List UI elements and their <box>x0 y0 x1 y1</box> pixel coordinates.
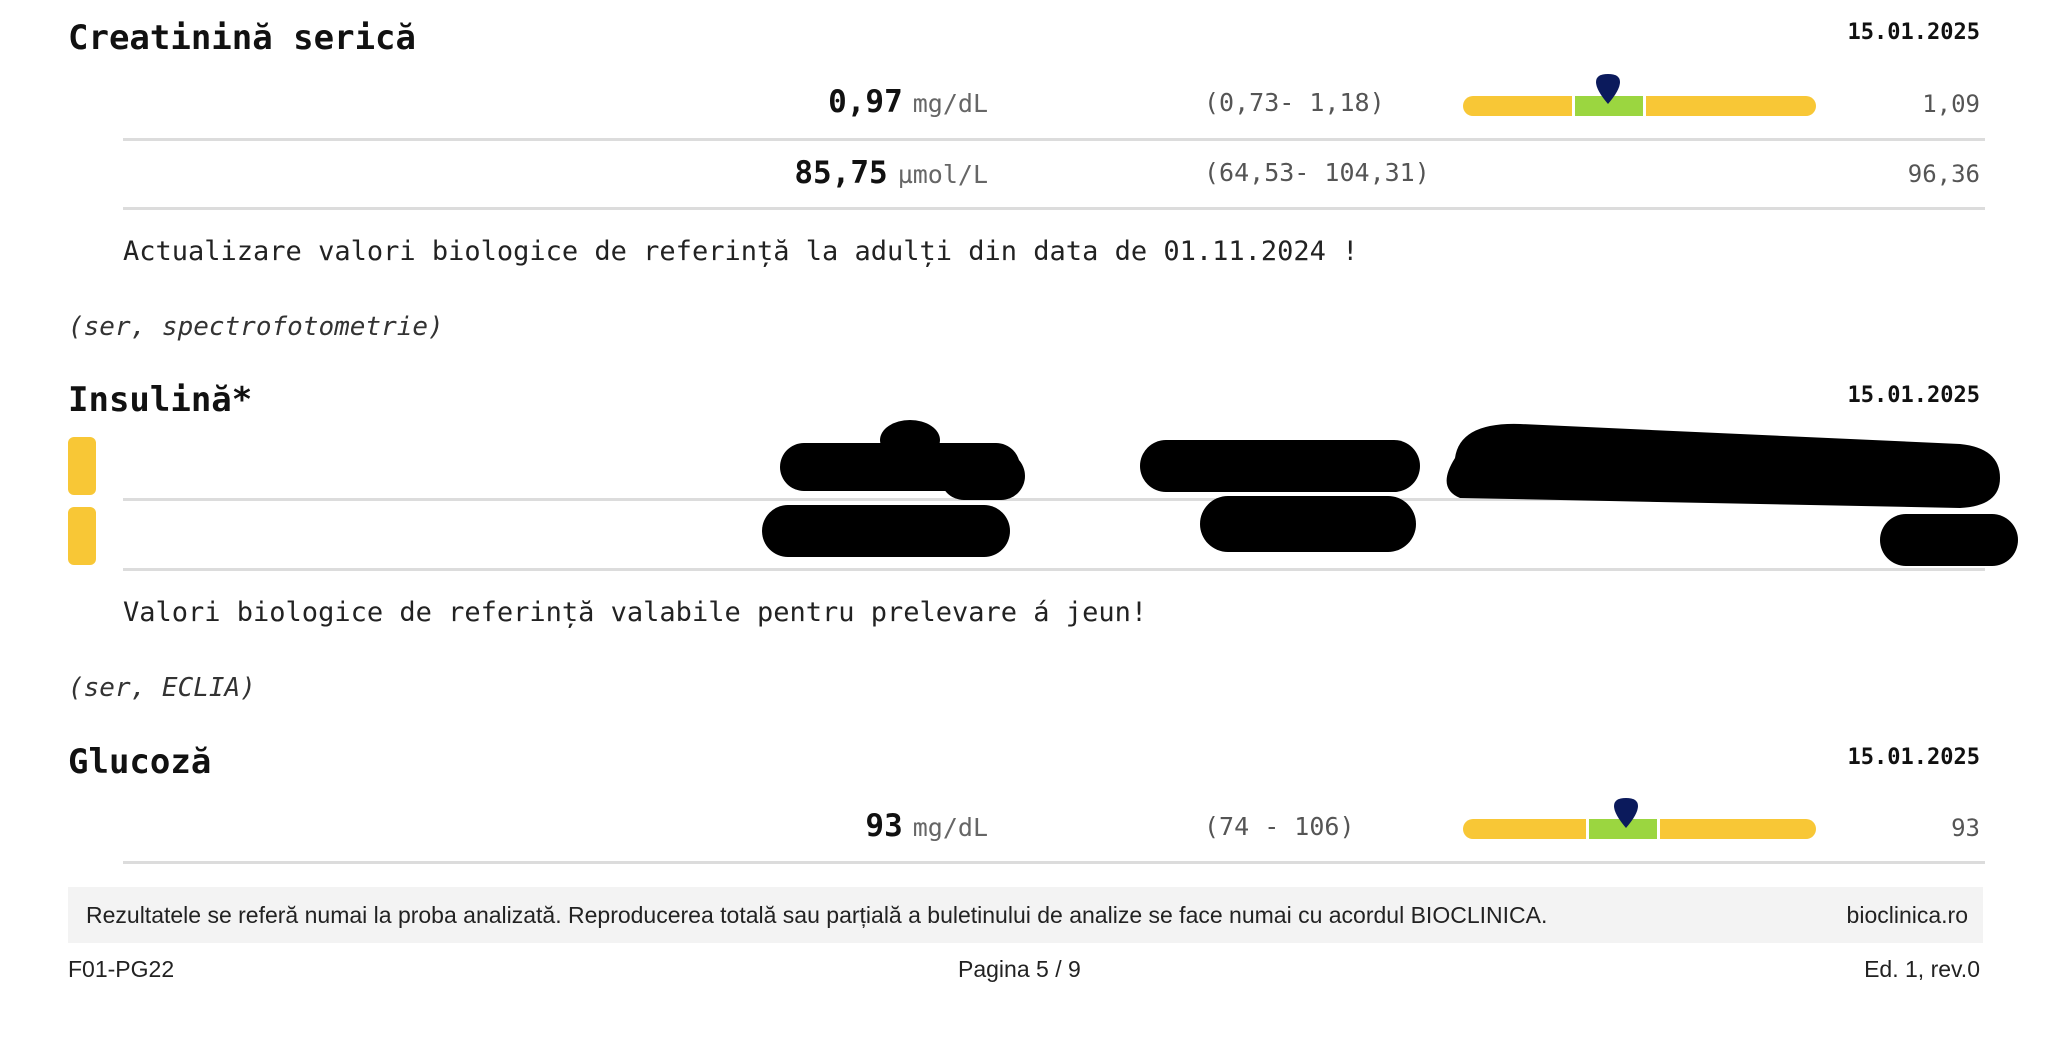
row-divider <box>123 861 1985 864</box>
test-title-glucose: Glucoză <box>68 742 212 782</box>
out-of-range-flag <box>68 437 96 495</box>
redaction-stroke <box>1446 423 2000 508</box>
redaction-stroke <box>1880 514 2018 566</box>
footer-edition: Ed. 1, rev.0 <box>1864 956 1980 982</box>
redaction-marks <box>760 418 2020 570</box>
redaction-stroke <box>762 505 1010 557</box>
test-date-insulin: 15.01.2025 <box>1847 383 1980 408</box>
range-gauge-creatinine <box>1463 96 1816 116</box>
result-value-creatinine-mg: 0,97 mg/dL <box>828 84 988 120</box>
test-title-insulin: Insulină* <box>68 380 253 420</box>
result-value-glucose: 93 mg/dL <box>865 808 988 844</box>
reference-note: Valori biologice de referință valabile p… <box>123 597 1148 628</box>
result-number: 93 <box>865 808 903 844</box>
footer-website: bioclinica.ro <box>1846 902 1968 928</box>
redaction-stroke <box>880 420 940 460</box>
result-value-creatinine-umol: 85,75 µmol/L <box>794 155 988 191</box>
reference-range: (64,53- 104,31) <box>1204 158 1430 187</box>
method-label: (ser, ECLIA) <box>68 673 256 703</box>
footer-page-number: Pagina 5 / 9 <box>958 956 1081 982</box>
method-label: (ser, spectrofotometrie) <box>68 312 444 342</box>
result-number: 0,97 <box>828 84 903 120</box>
previous-value: 96,36 <box>1907 160 1980 188</box>
gauge-marker-icon <box>1611 796 1641 830</box>
out-of-range-flag <box>68 507 96 565</box>
row-divider <box>123 207 1985 210</box>
previous-value: 1,09 <box>1922 90 1980 118</box>
result-unit: µmol/L <box>897 160 988 189</box>
test-date-creatinine: 15.01.2025 <box>1847 20 1980 45</box>
result-number: 85,75 <box>794 155 888 191</box>
redaction-stroke <box>1140 440 1420 492</box>
result-unit: mg/dL <box>912 813 988 842</box>
reference-range: (74 - 106) <box>1204 812 1355 841</box>
gauge-marker-icon <box>1593 72 1623 106</box>
reference-note: Actualizare valori biologice de referinț… <box>123 236 1359 267</box>
test-title-creatinine: Creatinină serică <box>68 18 416 58</box>
footer-disclaimer: Rezultatele se referă numai la proba ana… <box>86 902 1548 928</box>
redaction-stroke <box>1200 496 1416 552</box>
test-date-glucose: 15.01.2025 <box>1847 745 1980 770</box>
previous-value: 93 <box>1951 814 1980 842</box>
reference-range: (0,73- 1,18) <box>1204 88 1385 117</box>
redaction-stroke <box>940 452 1025 500</box>
result-unit: mg/dL <box>912 89 988 118</box>
row-divider <box>123 138 1985 141</box>
footer-form-code: F01-PG22 <box>68 956 175 982</box>
